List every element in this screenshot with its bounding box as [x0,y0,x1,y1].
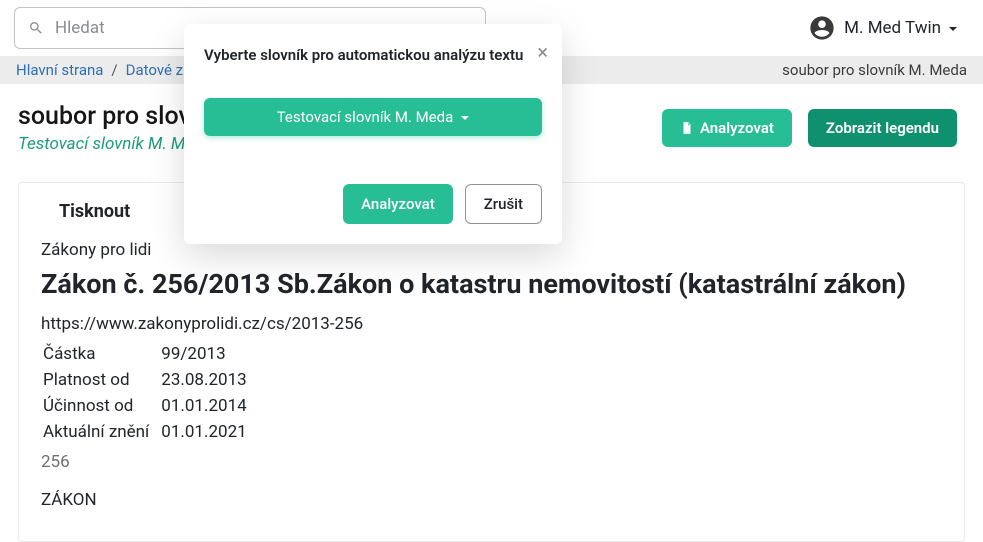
modal-analyze-button[interactable]: Analyzovat [343,184,453,224]
close-icon: × [537,40,548,64]
modal-dictionary-picker: Vyberte slovník pro automatickou analýzu… [184,24,562,244]
dictionary-select[interactable]: Testovací slovník M. Meda [204,98,542,136]
modal-title: Vyberte slovník pro automatickou analýzu… [204,46,542,64]
dictionary-select-label: Testovací slovník M. Meda [277,108,454,126]
modal-close-button[interactable]: × [537,42,548,62]
modal-cancel-button[interactable]: Zrušit [465,184,542,224]
chevron-down-icon [461,116,469,120]
